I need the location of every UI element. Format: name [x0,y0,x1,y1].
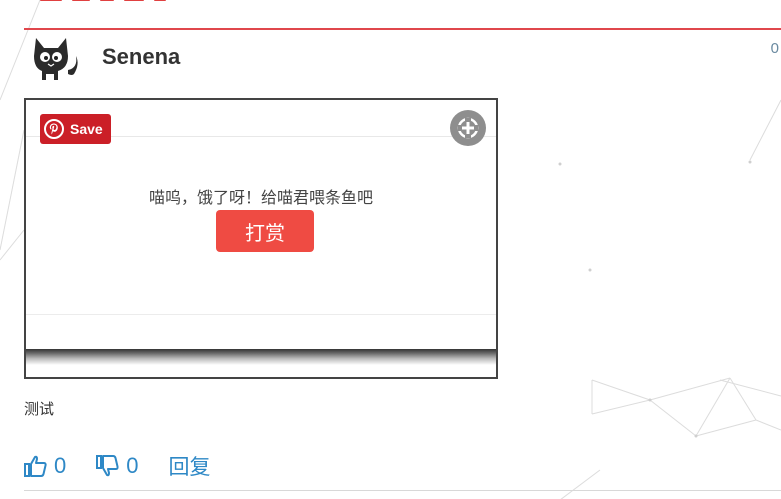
comment-bottom-divider [24,490,781,491]
comment-actions: 0 0 回复 [24,452,211,480]
dislike-button[interactable]: 0 [96,453,139,479]
reward-embed: Save 喵呜，饿了呀！给喵君喂条鱼吧 打赏 [24,98,498,379]
pinterest-save-button[interactable]: Save [40,114,111,144]
like-button[interactable]: 0 [24,453,66,479]
expand-button[interactable] [450,110,486,146]
thumbs-down-icon [96,455,119,477]
comment-count: 0 [770,40,779,57]
comment-username[interactable]: Senena [102,44,180,70]
reward-message: 喵呜，饿了呀！给喵君喂条鱼吧 [148,190,373,207]
reward-button[interactable]: 打赏 [216,210,314,252]
pinterest-icon [44,119,64,139]
embed-divider [26,314,496,315]
comment-body: 测试 [24,401,55,418]
top-partial-heading [40,0,240,4]
pinterest-save-label: Save [70,121,103,137]
expand-icon [457,117,479,139]
embed-bottom-shadow [26,349,496,365]
reply-link[interactable]: 回复 [169,451,211,481]
dislike-count: 0 [126,453,139,478]
header-divider [24,28,781,30]
black-cat-avatar-icon[interactable] [28,30,84,86]
comment-header: Senena [28,34,180,80]
like-count: 0 [54,453,67,478]
thumbs-up-icon [24,455,47,477]
